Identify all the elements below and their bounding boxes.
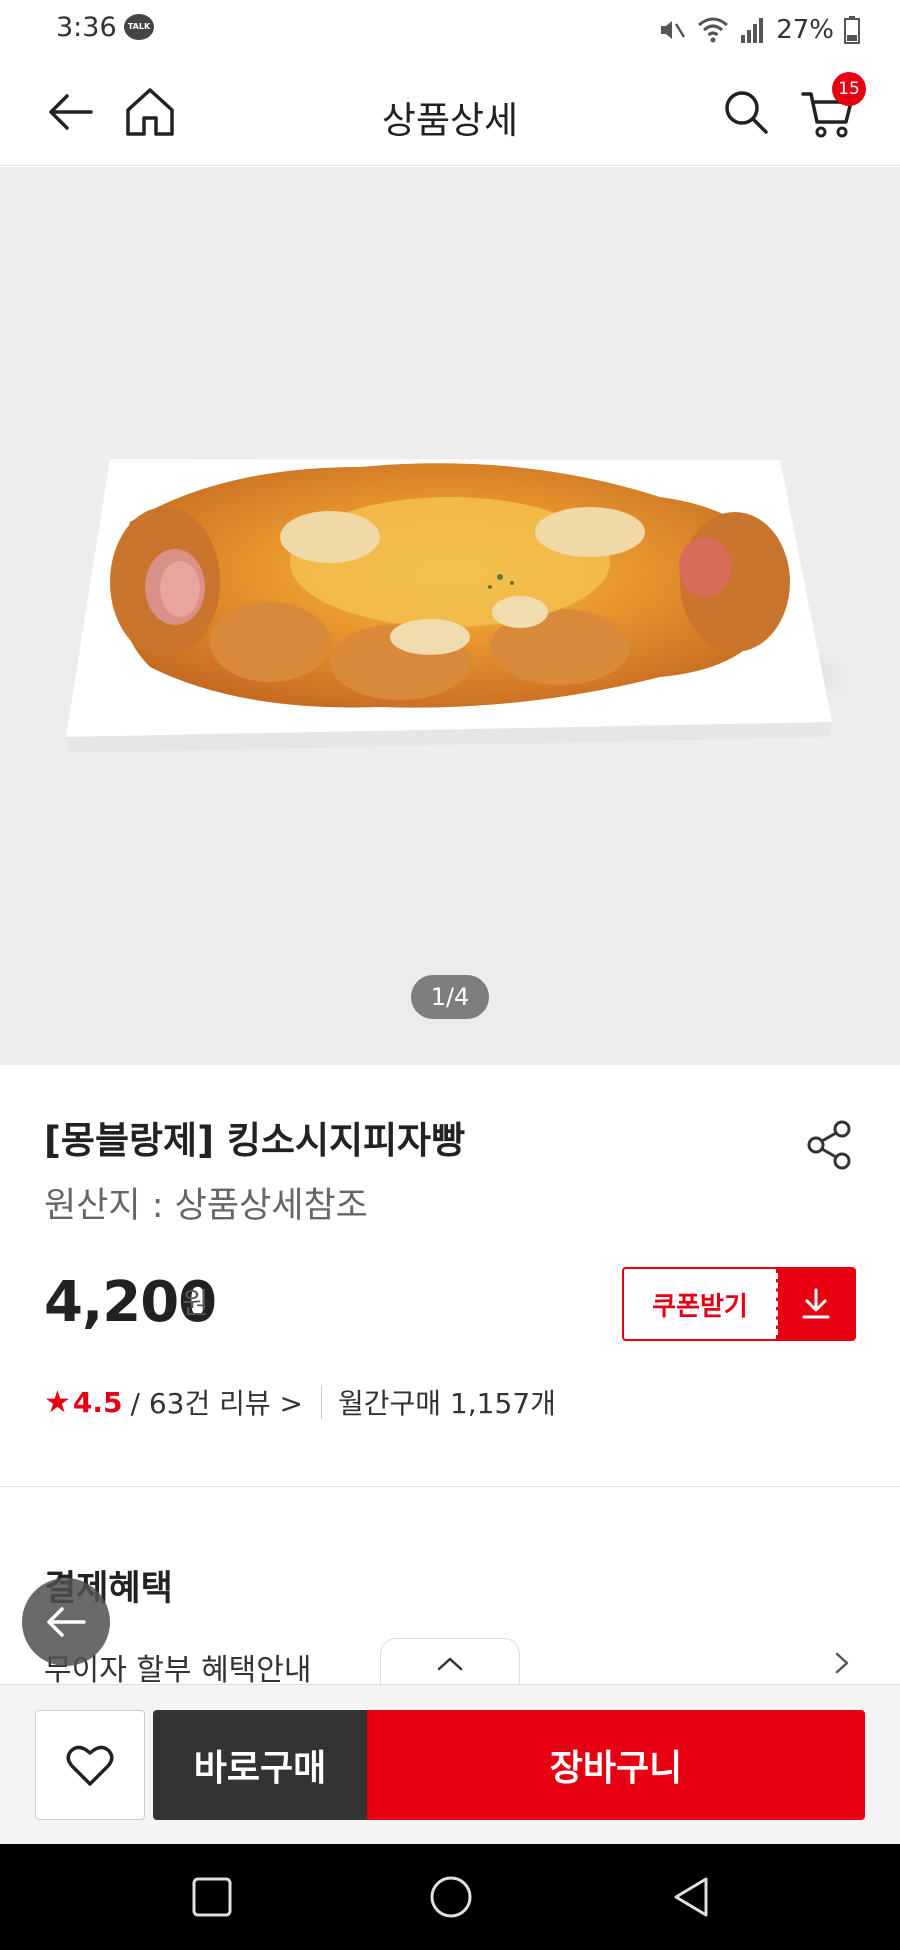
coupon-download-button[interactable]: 쿠폰받기 <box>622 1267 856 1341</box>
recents-button[interactable] <box>182 1867 242 1927</box>
floating-back-button[interactable] <box>22 1578 110 1666</box>
purchase-action-bar: 바로구매 장바구니 <box>0 1684 900 1844</box>
share-button[interactable] <box>800 1115 860 1175</box>
arrow-left-icon <box>47 1607 86 1637</box>
product-name: [몽블랑제] 킹소시지피자빵 <box>44 1119 466 1162</box>
system-nav-bar <box>0 1844 900 1950</box>
coupon-download <box>776 1267 856 1341</box>
triangle-back-icon <box>674 1877 708 1917</box>
monthly-purchase: 월간구매 1,157개 <box>338 1387 556 1420</box>
share-icon <box>807 1120 851 1170</box>
star-icon: ★ <box>44 1384 71 1420</box>
review-summary: ★ 4.5 / 63건 리뷰 > 월간구매 1,157개 <box>44 1382 556 1422</box>
home-nav-button[interactable] <box>421 1867 481 1927</box>
heart-icon <box>66 1745 114 1786</box>
image-pager: 1/4 <box>411 975 489 1019</box>
chevron-right-icon[interactable] <box>830 1648 854 1678</box>
battery-icon <box>844 16 860 44</box>
signal-icon <box>741 18 764 43</box>
product-image-carousel[interactable]: 1/4 <box>0 167 900 1065</box>
download-icon <box>802 1288 830 1319</box>
top-header: 상품상세 15 <box>0 60 900 166</box>
review-link[interactable]: / 63건 리뷰 > <box>131 1382 304 1422</box>
talk-notification-icon: TALK <box>124 14 154 40</box>
circle-home-icon <box>430 1876 472 1918</box>
status-time: 3:36 <box>56 12 117 43</box>
back-nav-button[interactable] <box>661 1867 721 1927</box>
mute-icon <box>661 21 686 39</box>
wishlist-button[interactable] <box>35 1710 145 1820</box>
cart-button[interactable]: 15 <box>796 72 866 144</box>
add-to-cart-button[interactable]: 장바구니 <box>367 1710 865 1820</box>
wifi-icon <box>698 17 729 43</box>
product-photo <box>66 459 832 753</box>
recents-icon <box>192 1877 232 1917</box>
buy-now-button[interactable]: 바로구매 <box>153 1710 367 1820</box>
status-icons: 27% <box>656 10 860 50</box>
rating-value: 4.5 <box>72 1385 123 1419</box>
coupon-label: 쿠폰받기 <box>622 1267 776 1341</box>
battery-percentage: 27% <box>776 15 834 45</box>
product-info: [몽블랑제] 킹소시지피자빵 원산지 : 상품상세참조 4,200 원 쿠폰받기… <box>0 1065 900 1485</box>
divider <box>321 1385 323 1419</box>
search-button[interactable] <box>714 80 778 144</box>
search-icon <box>725 91 768 134</box>
expand-toggle[interactable] <box>380 1638 520 1686</box>
status-bar: 3:36 TALK 27% <box>0 0 900 60</box>
cart-count-badge: 15 <box>832 72 866 106</box>
chevron-up-icon <box>437 1657 463 1670</box>
origin-text: 원산지 : 상품상세참조 <box>44 1186 368 1226</box>
section-divider <box>0 1486 900 1487</box>
price-unit: 원 <box>182 1286 209 1320</box>
